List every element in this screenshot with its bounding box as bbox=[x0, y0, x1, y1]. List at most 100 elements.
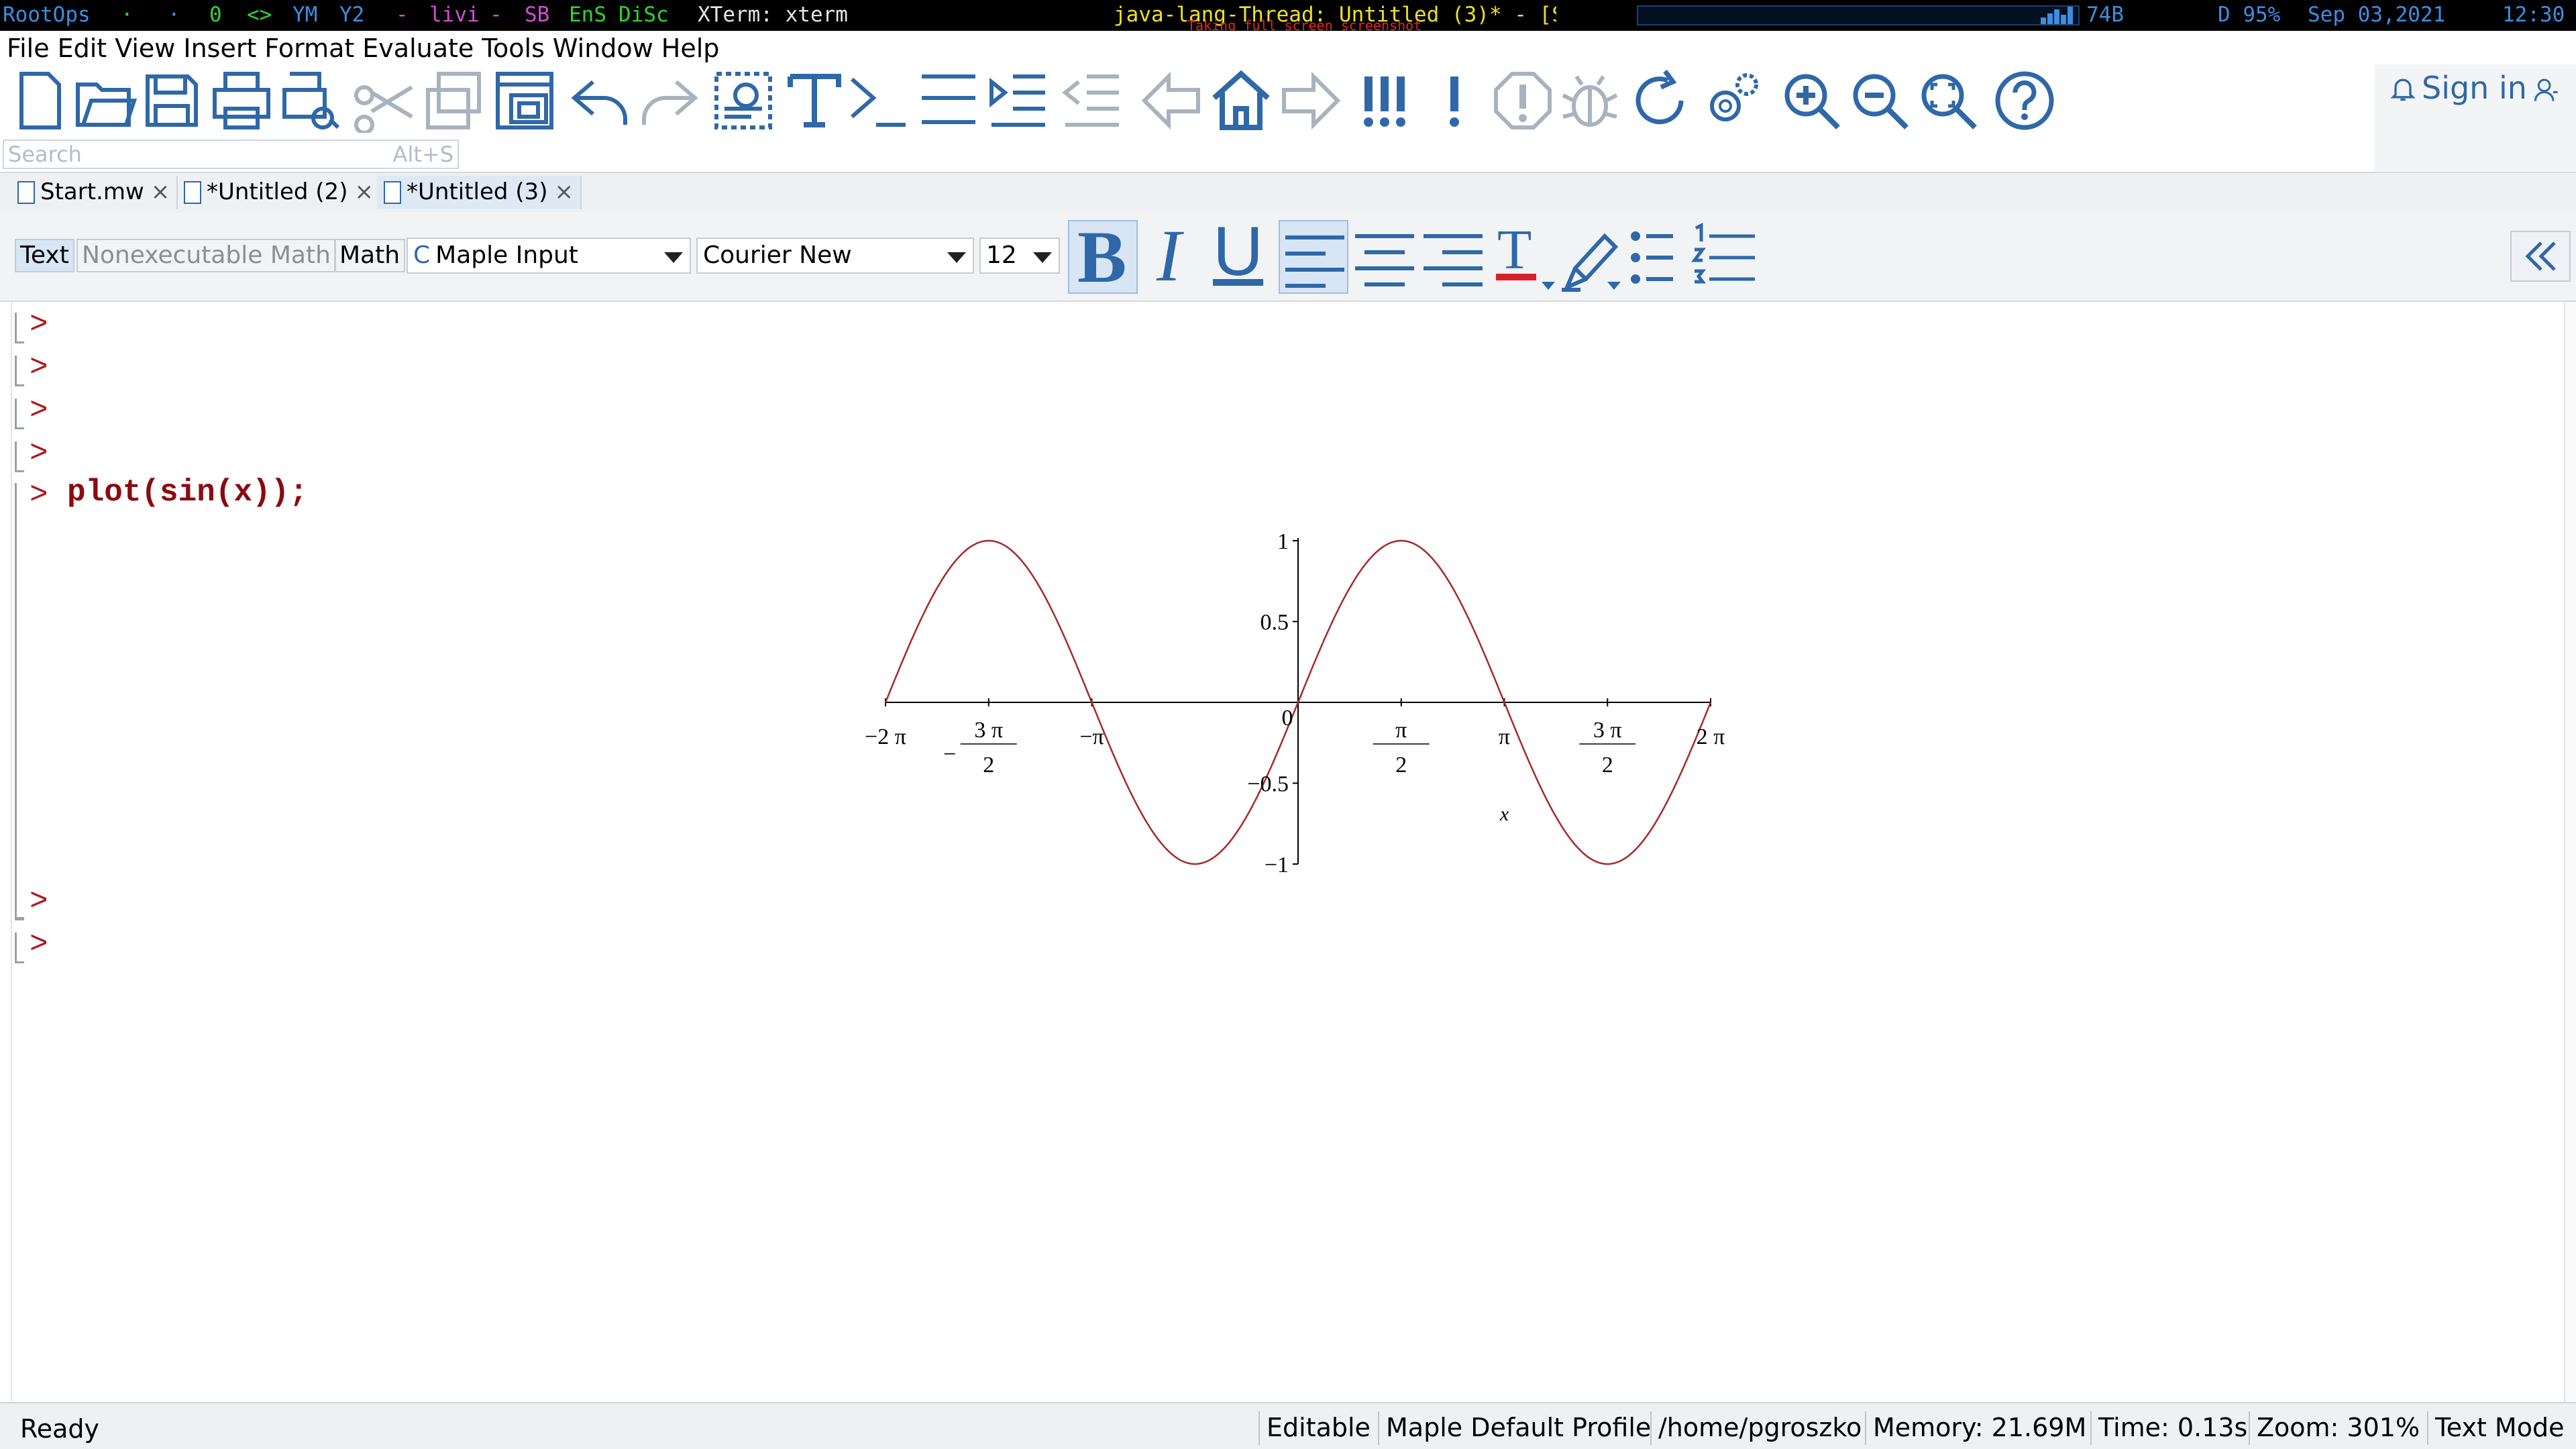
menu-edit[interactable]: Edit bbox=[58, 34, 107, 63]
menu-format[interactable]: Format bbox=[264, 34, 354, 63]
cut-icon[interactable] bbox=[353, 68, 417, 135]
menu-window[interactable]: Window bbox=[553, 34, 653, 63]
copy-icon[interactable] bbox=[423, 68, 487, 133]
style-dropdown[interactable]: C Maple Input bbox=[407, 237, 691, 274]
input-prompt[interactable]: > bbox=[30, 436, 48, 471]
workspace-ym[interactable]: YM bbox=[292, 3, 317, 27]
execution-group-bracket[interactable] bbox=[15, 313, 24, 343]
menu-tools[interactable]: Tools bbox=[482, 34, 545, 63]
font-dropdown[interactable]: Courier New bbox=[696, 237, 974, 274]
tab-untitled-2[interactable]: *Untitled (2) × bbox=[177, 176, 382, 209]
menu-file[interactable]: File bbox=[7, 34, 50, 63]
redo-icon[interactable] bbox=[636, 68, 700, 133]
zoom-fit-icon[interactable] bbox=[1916, 68, 1980, 133]
paste-icon[interactable] bbox=[492, 68, 557, 133]
execute-worksheet-icon[interactable] bbox=[1355, 68, 1419, 133]
tab-start-mw[interactable]: Start.mw × bbox=[11, 176, 178, 209]
close-tab-icon[interactable]: × bbox=[151, 178, 170, 205]
input-prompt[interactable]: > bbox=[30, 350, 48, 385]
menu-help[interactable]: Help bbox=[661, 34, 720, 63]
font-size-dropdown[interactable]: 12 bbox=[979, 237, 1060, 274]
execute-selection-icon[interactable] bbox=[1422, 68, 1487, 133]
insert-text-icon[interactable] bbox=[782, 68, 847, 133]
align-left-button[interactable] bbox=[1279, 220, 1348, 294]
menu-insert[interactable]: Insert bbox=[183, 34, 256, 63]
new-document-icon[interactable] bbox=[8, 68, 72, 133]
menu-view[interactable]: View bbox=[115, 34, 175, 63]
math-mode-button[interactable]: Math bbox=[334, 239, 406, 272]
workspace-ens[interactable]: EnS bbox=[569, 3, 606, 27]
insert-execution-group-icon[interactable] bbox=[916, 68, 981, 133]
maple-command-input[interactable]: plot(sin(x)); bbox=[67, 475, 308, 510]
zoom-in-icon[interactable] bbox=[1779, 68, 1843, 133]
font-size-value: 12 bbox=[986, 241, 1017, 269]
x-axis-label: x bbox=[1499, 803, 1509, 825]
input-prompt[interactable]: > bbox=[30, 884, 48, 919]
execution-group-bracket[interactable] bbox=[15, 356, 24, 386]
bold-button[interactable]: B bbox=[1068, 220, 1138, 294]
execute-options-icon[interactable] bbox=[711, 68, 775, 133]
bullet-list-icon[interactable] bbox=[1627, 220, 1697, 294]
insert-math-prompt-icon[interactable] bbox=[847, 68, 911, 133]
execution-group-bracket[interactable] bbox=[15, 441, 24, 472]
date-display: Sep 03,2021 bbox=[2308, 3, 2446, 27]
input-prompt[interactable]: > bbox=[30, 393, 48, 428]
execution-group-bracket[interactable] bbox=[15, 483, 24, 919]
open-folder-icon[interactable] bbox=[72, 68, 138, 133]
execution-group-bracket[interactable] bbox=[15, 398, 24, 429]
workspace-y2[interactable]: Y2 bbox=[339, 3, 364, 27]
print-preview-icon[interactable] bbox=[279, 68, 343, 133]
print-icon[interactable] bbox=[209, 68, 274, 133]
tab-untitled-3[interactable]: *Untitled (3) × bbox=[377, 176, 582, 209]
save-icon[interactable] bbox=[140, 68, 204, 133]
sin-plot[interactable]: −2 π 3 π 2 − −π 0 π 2 π 3 π 2 2 π 1 0.5 −0.5 −1 x bbox=[852, 517, 1744, 879]
sign-in-link[interactable]: Sign in bbox=[2422, 70, 2527, 106]
workspace-sb[interactable]: SB bbox=[525, 3, 549, 27]
notification-bell-icon[interactable] bbox=[2388, 74, 2418, 103]
execution-group-bracket[interactable] bbox=[15, 932, 24, 963]
text-color-button[interactable]: T bbox=[1491, 220, 1560, 294]
align-right-button[interactable] bbox=[1418, 220, 1488, 294]
undo-icon[interactable] bbox=[569, 68, 633, 133]
collapse-panel-button[interactable] bbox=[2510, 231, 2571, 282]
workspace-livi[interactable]: livi bbox=[429, 3, 480, 27]
vertical-scrollbar[interactable] bbox=[2564, 302, 2576, 1402]
align-center-button[interactable] bbox=[1350, 220, 1419, 294]
help-icon[interactable] bbox=[1992, 68, 2057, 133]
highlight-icon[interactable] bbox=[1556, 220, 1626, 294]
numbered-list-icon[interactable] bbox=[1690, 220, 1760, 294]
close-tab-icon[interactable]: × bbox=[554, 178, 574, 205]
italic-button[interactable]: I bbox=[1140, 219, 1210, 294]
debug-bug-icon[interactable] bbox=[1558, 68, 1622, 133]
status-profile[interactable]: Maple Default Profile bbox=[1378, 1411, 1658, 1445]
rootops-label[interactable]: RootOps bbox=[3, 3, 91, 27]
forward-arrow-icon[interactable] bbox=[1279, 68, 1343, 133]
underline-button[interactable]: U bbox=[1206, 215, 1276, 294]
workspace-zero[interactable]: 0 bbox=[209, 3, 222, 27]
search-input[interactable]: Search Alt+S bbox=[3, 140, 459, 169]
tab-label: Start.mw bbox=[40, 178, 144, 205]
close-tab-icon[interactable]: × bbox=[354, 178, 374, 205]
execution-group-bracket[interactable] bbox=[15, 890, 24, 920]
workspace-arrows[interactable]: <> bbox=[247, 3, 272, 27]
back-arrow-icon[interactable] bbox=[1139, 68, 1203, 133]
xterm-task[interactable]: XTerm: xterm bbox=[698, 3, 848, 27]
indent-icon[interactable] bbox=[986, 68, 1051, 133]
workspace-disc[interactable]: DiSc bbox=[619, 3, 669, 27]
status-zoom[interactable]: Zoom: 301% bbox=[2249, 1411, 2426, 1445]
interrupt-icon[interactable] bbox=[1491, 68, 1555, 133]
x-tick-label-denominator: 2 bbox=[983, 753, 994, 777]
nonexecutable-math-button[interactable]: Nonexecutable Math bbox=[76, 239, 336, 272]
menu-evaluate[interactable]: Evaluate bbox=[362, 34, 474, 63]
user-icon[interactable] bbox=[2533, 76, 2560, 103]
outdent-icon[interactable] bbox=[1060, 68, 1124, 133]
sysbar-dot-2: · bbox=[168, 3, 180, 27]
input-prompt[interactable]: > bbox=[30, 307, 48, 342]
home-icon[interactable] bbox=[1209, 68, 1273, 133]
settings-gear-icon[interactable] bbox=[1699, 68, 1763, 133]
restart-icon[interactable] bbox=[1627, 68, 1692, 133]
text-mode-button[interactable]: Text bbox=[15, 239, 74, 272]
zoom-out-icon[interactable] bbox=[1847, 68, 1912, 133]
input-prompt[interactable]: > bbox=[30, 927, 48, 962]
input-prompt[interactable]: > bbox=[30, 478, 48, 513]
